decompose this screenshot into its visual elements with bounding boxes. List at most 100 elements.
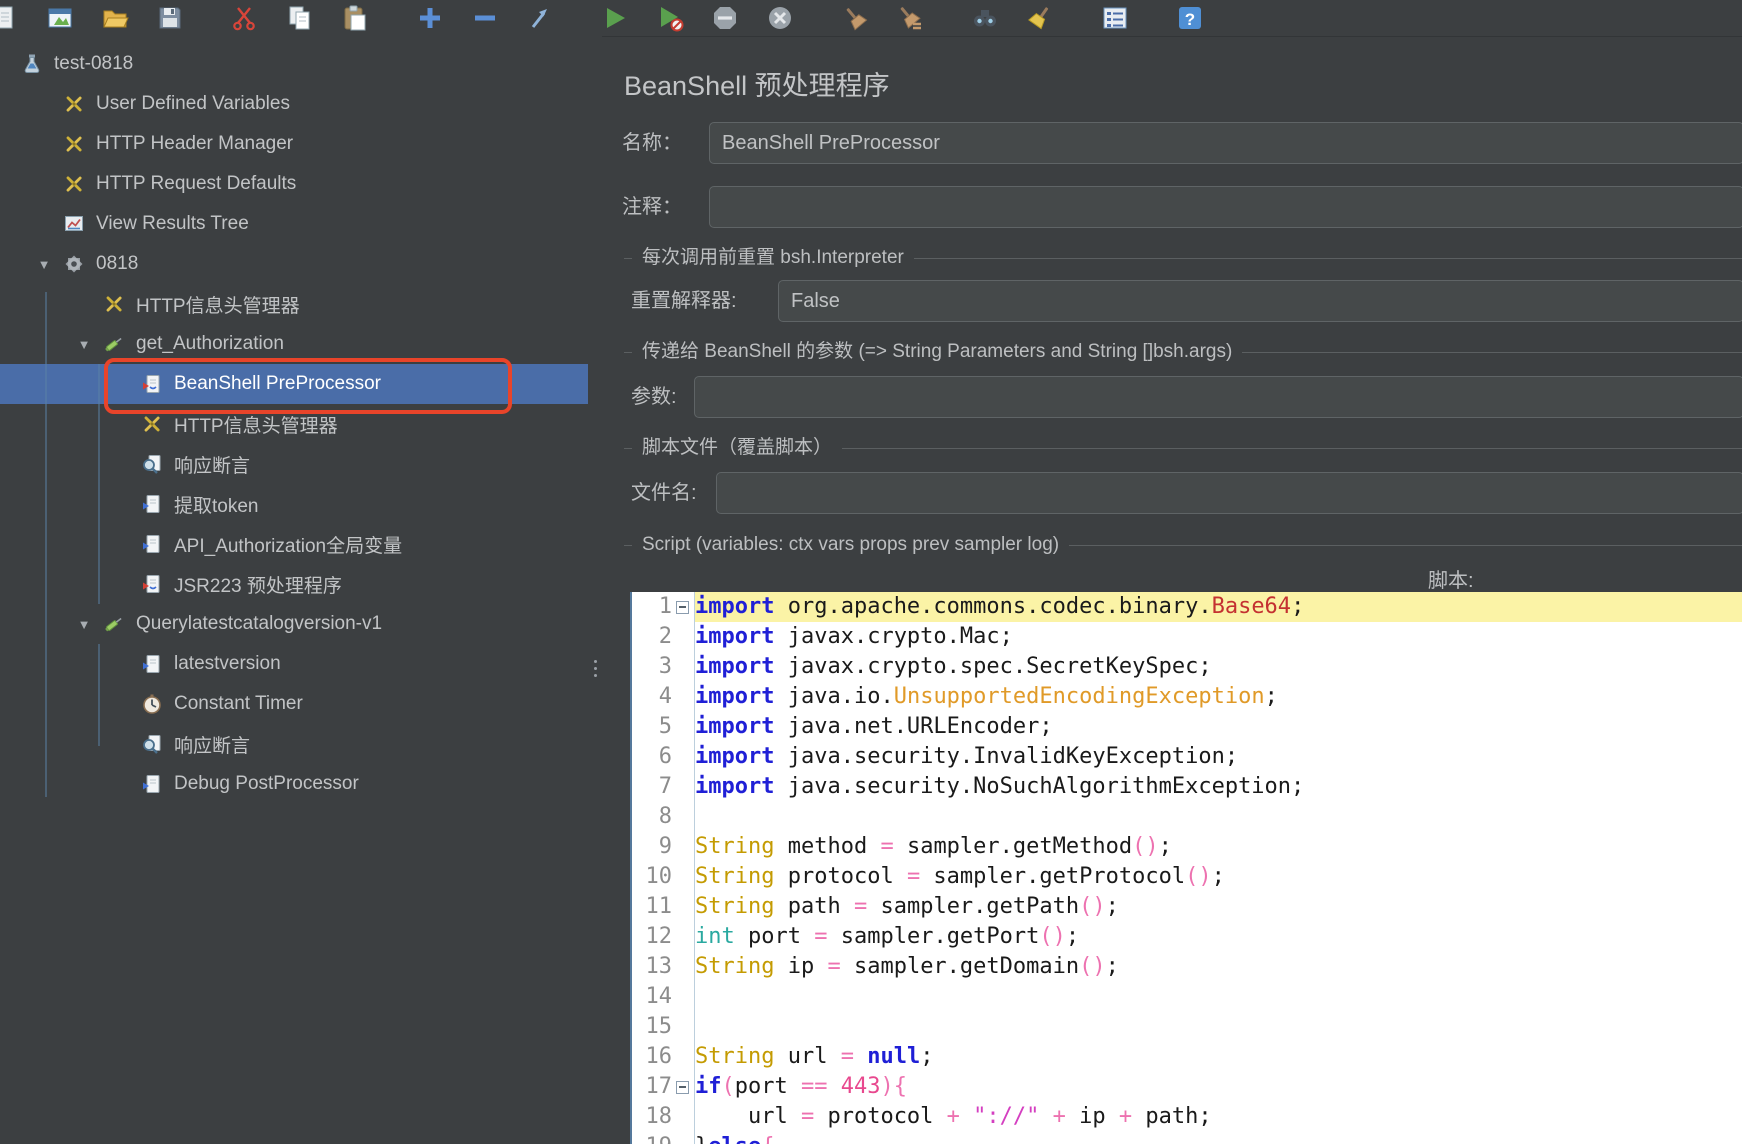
- tools-icon: [102, 293, 126, 315]
- comment-input[interactable]: [709, 186, 1742, 228]
- tree-item[interactable]: BeanShell PreProcessor: [0, 364, 588, 404]
- add-icon[interactable]: [413, 3, 447, 33]
- name-label: 名称：: [622, 132, 682, 154]
- code-line: if(port == 443){: [695, 1074, 907, 1099]
- tree-item-label: Querylatestcatalogversion-v1: [136, 613, 383, 634]
- tree-item[interactable]: 响应断言: [0, 444, 588, 484]
- line-number: 6: [658, 744, 672, 769]
- tree-guide-line: [98, 364, 100, 604]
- tree-item[interactable]: test-0818: [0, 44, 588, 84]
- parameters-input[interactable]: [694, 376, 1742, 418]
- fold-icon[interactable]: [675, 1080, 689, 1094]
- code-line: import javax.crypto.Mac;: [695, 624, 1013, 649]
- tree-item-label: test-0818: [54, 53, 134, 74]
- script-file-group-title: 脚本文件（覆盖脚本）: [632, 436, 843, 460]
- reset-group-border: 每次调用前重置 bsh.Interpreter: [624, 246, 1742, 270]
- script-editor[interactable]: 12345678910111213141516171819 import org…: [630, 592, 1742, 1144]
- tree-item[interactable]: API_Authorization全局变量: [0, 524, 588, 564]
- panel-splitter[interactable]: [588, 36, 602, 1144]
- tree-item[interactable]: HTTP Header Manager: [0, 124, 588, 164]
- tree-item[interactable]: 响应断言: [0, 724, 588, 764]
- assertion-icon: [140, 733, 164, 755]
- code-line: import java.security.NoSuchAlgorithmExce…: [695, 774, 1305, 799]
- line-number: 10: [645, 864, 673, 889]
- tree-item[interactable]: latestversion: [0, 644, 588, 684]
- expand-toggle-icon[interactable]: ▼: [66, 337, 102, 352]
- tree-item-label: BeanShell PreProcessor: [174, 373, 381, 394]
- help-icon[interactable]: ?: [1173, 3, 1207, 33]
- tree-item[interactable]: JSR223 预处理程序: [0, 564, 588, 604]
- start-icon[interactable]: [598, 3, 632, 33]
- expand-toggle-icon[interactable]: ▼: [26, 257, 62, 272]
- clear-all-icon[interactable]: [893, 3, 927, 33]
- code-line: import java.net.URLEncoder;: [695, 714, 1053, 739]
- reset-row: 重置解释器:: [602, 280, 1742, 322]
- tools-icon: [62, 93, 86, 115]
- line-number: 9: [658, 834, 672, 859]
- code-line: import java.security.InvalidKeyException…: [695, 744, 1239, 769]
- tree-item[interactable]: HTTP信息头管理器: [0, 284, 588, 324]
- start-no-pauses-icon[interactable]: [653, 3, 687, 33]
- line-number: 5: [658, 714, 672, 739]
- cut-icon[interactable]: [228, 3, 262, 33]
- name-row: 名称：: [602, 122, 1742, 164]
- paste-icon[interactable]: [338, 3, 372, 33]
- tree-item[interactable]: 提取token: [0, 484, 588, 524]
- reset-interpreter-input[interactable]: [778, 280, 1742, 322]
- tree-item[interactable]: ▼ 0818: [0, 244, 588, 284]
- tree-item[interactable]: ▼ get_Authorization: [0, 324, 588, 364]
- name-input[interactable]: [709, 122, 1742, 164]
- svg-text:?: ?: [1185, 10, 1195, 29]
- clear-icon[interactable]: [838, 3, 872, 33]
- code-line: String ip = sampler.getDomain();: [695, 954, 1119, 979]
- splitter-handle-icon[interactable]: [588, 660, 602, 677]
- code-line: import java.io.UnsupportedEncodingExcept…: [695, 684, 1278, 709]
- tree-item-label: 提取token: [174, 495, 259, 517]
- new-icon[interactable]: [0, 3, 22, 33]
- code-line: }else{: [695, 1132, 1742, 1144]
- tree-item[interactable]: User Defined Variables: [0, 84, 588, 124]
- code-line: int port = sampler.getPort();: [695, 924, 1080, 949]
- editor-code[interactable]: import org.apache.commons.codec.binary.B…: [695, 592, 1742, 1144]
- tools-icon: [62, 133, 86, 155]
- preproc-icon: [140, 373, 164, 395]
- code-line: String method = sampler.getMethod();: [695, 834, 1172, 859]
- toggle-icon[interactable]: [523, 3, 557, 33]
- stop-icon[interactable]: [708, 3, 742, 33]
- fold-icon[interactable]: [675, 600, 689, 614]
- shutdown-icon[interactable]: [763, 3, 797, 33]
- file-name-input[interactable]: [716, 472, 1742, 514]
- subtract-icon[interactable]: [468, 3, 502, 33]
- script-file-group-border: 脚本文件（覆盖脚本）: [624, 436, 1742, 460]
- line-number: 16: [645, 1044, 673, 1069]
- tree-item[interactable]: Debug PostProcessor: [0, 764, 588, 804]
- search-icon[interactable]: [968, 3, 1002, 33]
- postproc-icon: [140, 493, 164, 515]
- function-helper-icon[interactable]: [1098, 3, 1132, 33]
- line-number: 15: [645, 1014, 673, 1039]
- tree-item[interactable]: HTTP信息头管理器: [0, 404, 588, 444]
- syringe-icon: [102, 333, 126, 355]
- search-reset-icon[interactable]: [1023, 3, 1057, 33]
- tree-item[interactable]: View Results Tree: [0, 204, 588, 244]
- reset-interpreter-label: 重置解释器:: [631, 290, 737, 312]
- line-number: 12: [645, 924, 673, 949]
- tree-item[interactable]: ▼ Querylatestcatalogversion-v1: [0, 604, 588, 644]
- tree-item-label: User Defined Variables: [96, 93, 290, 114]
- tree-item[interactable]: HTTP Request Defaults: [0, 164, 588, 204]
- tree-item-label: View Results Tree: [96, 213, 249, 234]
- tree-item-label: get_Authorization: [136, 333, 284, 354]
- code-line: String url = null;: [695, 1044, 934, 1069]
- assertion-icon: [140, 453, 164, 475]
- expand-toggle-icon[interactable]: ▼: [66, 617, 102, 632]
- save-icon[interactable]: [153, 3, 187, 33]
- templates-icon[interactable]: [43, 3, 77, 33]
- line-number: 18: [645, 1104, 673, 1129]
- parameters-row: 参数:: [602, 376, 1742, 418]
- parameters-group-title: 传递给 BeanShell 的参数 (=> String Parameters …: [632, 340, 1243, 364]
- open-icon[interactable]: [98, 3, 132, 33]
- parameters-label: 参数:: [631, 386, 677, 408]
- tree-item[interactable]: Constant Timer: [0, 684, 588, 724]
- copy-icon[interactable]: [283, 3, 317, 33]
- timer-icon: [140, 693, 164, 715]
